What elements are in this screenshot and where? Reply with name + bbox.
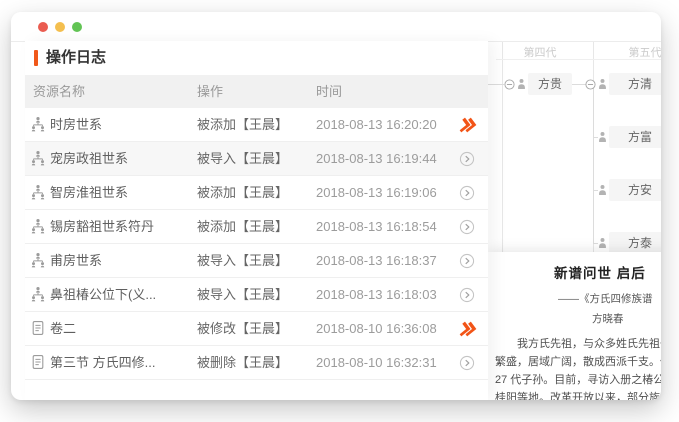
title-accent-bar (34, 50, 38, 66)
lineage-tree-icon (30, 286, 46, 302)
resource-name: 第三节 方氏四修... (50, 346, 155, 379)
lineage-tree-icon (30, 184, 46, 200)
minimize-window-button[interactable] (55, 22, 65, 32)
generation-header: 第四代 (505, 44, 575, 60)
timestamp: 2018-08-13 16:18:37 (316, 244, 437, 277)
column-header-resource: 资源名称 (33, 75, 85, 108)
operation-text: 被导入【王晨】 (197, 244, 288, 277)
resource-name: 甫房世系 (50, 244, 102, 277)
timestamp: 2018-08-13 16:19:44 (316, 142, 437, 175)
column-header-time: 时间 (316, 75, 342, 108)
tree-node[interactable]: 方富 (609, 126, 661, 148)
document-preview: 新谱问世 启后 ——《方氏四修族谱 方晓春 我方氏先祖，与众多姓氏先祖一样，于源… (488, 252, 661, 400)
timestamp: 2018-08-10 16:32:31 (316, 346, 437, 379)
connector-line (593, 84, 594, 243)
expand-row-button[interactable] (450, 176, 484, 209)
document-icon (30, 320, 46, 336)
paragraph-line: 桂阳等地。改革开放以来，部分族人离乡外出创业， (495, 389, 661, 400)
expand-row-button[interactable] (450, 278, 484, 311)
timestamp: 2018-08-13 16:18:54 (316, 210, 437, 243)
timestamp: 2018-08-13 16:18:03 (316, 278, 437, 311)
document-title: 新谱问世 启后 (554, 262, 661, 282)
expand-row-button[interactable] (450, 312, 484, 345)
paragraph-line: 27 代子孙。目前，寻访入册之椿公支系后裔，数达 (495, 371, 661, 389)
operation-log-panel: 操作日志 资源名称 操作 时间 时房世系 被添加【王晨】 2018-08-13 … (25, 41, 488, 400)
operation-text: 被添加【王晨】 (197, 210, 288, 243)
person-icon (598, 78, 607, 90)
log-rows: 时房世系 被添加【王晨】 2018-08-13 16:20:20 宠房政祖世系 … (25, 108, 488, 380)
operation-text: 被导入【王晨】 (197, 142, 288, 175)
table-header-row: 资源名称 操作 时间 (25, 75, 488, 108)
collapse-node-button[interactable] (504, 79, 515, 90)
app-window: 第四代 第五代 方贵 方清 方富 方安 方 (11, 12, 661, 400)
operation-text: 被删除【王晨】 (197, 346, 288, 379)
resource-name: 时房世系 (50, 108, 102, 141)
collapse-node-button[interactable] (585, 79, 596, 90)
expand-row-button[interactable] (450, 142, 484, 175)
document-paragraph: 我方氏先祖，与众多姓氏先祖一样，于源远流 繁盛，居域广阔，散成西派千支。仅我椿公… (488, 335, 661, 400)
tree-node[interactable]: 方清 (609, 73, 661, 95)
table-row[interactable]: 锡房豁祖世系符丹 被添加【王晨】 2018-08-13 16:18:54 (25, 210, 488, 244)
resource-name: 卷二 (50, 312, 76, 345)
resource-name: 智房淮祖世系 (50, 176, 128, 209)
paragraph-line: 我方氏先祖，与众多姓氏先祖一样，于源远流 (495, 335, 661, 353)
expand-row-button[interactable] (450, 244, 484, 277)
window-titlebar (11, 12, 661, 42)
resource-name: 鼻祖椿公位下(义... (50, 278, 156, 311)
column-header-operation: 操作 (197, 75, 223, 108)
close-window-button[interactable] (38, 22, 48, 32)
table-row[interactable]: 卷二 被修改【王晨】 2018-08-10 16:36:08 (25, 312, 488, 346)
generation-header: 第五代 (610, 44, 661, 60)
operation-text: 被添加【王晨】 (197, 108, 288, 141)
table-row[interactable]: 第三节 方氏四修... 被删除【王晨】 2018-08-10 16:32:31 (25, 346, 488, 380)
tree-grid-line (502, 42, 503, 252)
paragraph-line: 繁盛，居域广阔，散成西派千支。仅我椿公自江西繁 (495, 353, 661, 371)
expand-row-button[interactable] (450, 210, 484, 243)
tree-node[interactable]: 方泰 (609, 232, 661, 254)
resource-name: 宠房政祖世系 (50, 142, 128, 175)
person-icon (517, 78, 526, 90)
operation-text: 被添加【王晨】 (197, 176, 288, 209)
timestamp: 2018-08-13 16:19:06 (316, 176, 437, 209)
zoom-window-button[interactable] (72, 22, 82, 32)
table-row[interactable]: 甫房世系 被导入【王晨】 2018-08-13 16:18:37 (25, 244, 488, 278)
timestamp: 2018-08-13 16:20:20 (316, 108, 437, 141)
panel-header: 操作日志 (25, 41, 488, 75)
timestamp: 2018-08-10 16:36:08 (316, 312, 437, 345)
family-tree-panel: 第四代 第五代 方贵 方清 方富 方安 方 (496, 42, 661, 252)
tree-node[interactable]: 方贵 (528, 73, 572, 95)
tree-node[interactable]: 方安 (609, 179, 661, 201)
lineage-tree-icon (30, 150, 46, 166)
table-row[interactable]: 智房淮祖世系 被添加【王晨】 2018-08-13 16:19:06 (25, 176, 488, 210)
connector-line (486, 84, 504, 85)
operation-text: 被导入【王晨】 (197, 278, 288, 311)
document-icon (30, 354, 46, 370)
lineage-tree-icon (30, 252, 46, 268)
person-icon (598, 131, 607, 143)
person-icon (598, 184, 607, 196)
screenshot-stage: 第四代 第五代 方贵 方清 方富 方安 方 (0, 0, 679, 422)
operation-text: 被修改【王晨】 (197, 312, 288, 345)
document-subtitle: ——《方氏四修族谱 (558, 291, 661, 306)
table-row[interactable]: 宠房政祖世系 被导入【王晨】 2018-08-13 16:19:44 (25, 142, 488, 176)
table-row[interactable]: 鼻祖椿公位下(义... 被导入【王晨】 2018-08-13 16:18:03 (25, 278, 488, 312)
person-icon (598, 237, 607, 249)
expand-row-button[interactable] (450, 346, 484, 379)
panel-title: 操作日志 (46, 41, 106, 75)
lineage-tree-icon (30, 116, 46, 132)
table-row[interactable]: 时房世系 被添加【王晨】 2018-08-13 16:20:20 (25, 108, 488, 142)
lineage-tree-icon (30, 218, 46, 234)
resource-name: 锡房豁祖世系符丹 (50, 210, 154, 243)
document-author: 方晓春 (592, 311, 661, 326)
connector-line (571, 84, 586, 85)
expand-row-button[interactable] (450, 108, 484, 141)
